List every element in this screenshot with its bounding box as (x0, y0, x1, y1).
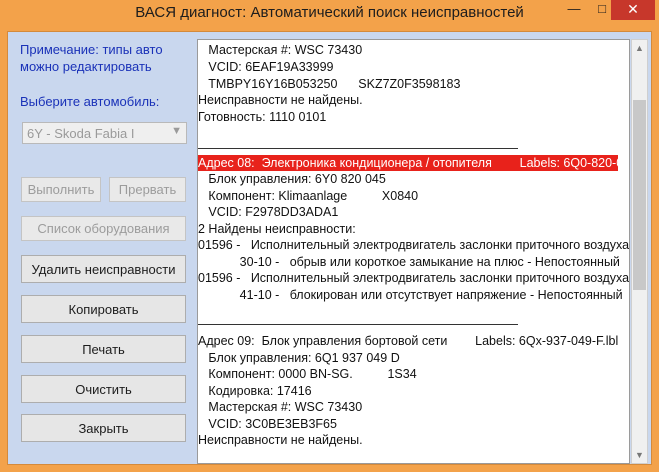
chevron-down-icon: ▼ (171, 125, 182, 137)
separator (198, 324, 518, 325)
log-line: Блок управления: 6Q1 937 049 D (198, 351, 400, 365)
scroll-down-icon[interactable]: ▼ (632, 447, 647, 463)
log-scrollbar[interactable]: ▲ ▼ (631, 39, 648, 464)
car-select-value: 6Y - Skoda Fabia I (27, 126, 135, 141)
log-line: Неисправности не найдены. (198, 433, 363, 447)
car-select[interactable]: 6Y - Skoda Fabia I ▼ (22, 122, 187, 144)
close-window-button[interactable]: ✕ (611, 0, 655, 20)
equipment-list-button[interactable]: Список оборудования (21, 216, 186, 241)
minimize-button[interactable]: — (560, 0, 588, 20)
log-line: Адрес 09: Блок управления бортовой сети … (198, 334, 619, 348)
separator (198, 148, 518, 149)
log-line: VCID: 3C0BE3EB3F65 (198, 417, 337, 431)
log-line: Компонент: 0000 BN-SG. 1S34 (198, 367, 417, 381)
log-line: Компонент: Klimaanlage X0840 (198, 189, 419, 203)
log-line: 01596 - Исполнительный электродвигатель … (198, 238, 630, 252)
log-line: 01596 - Исполнительный электродвигатель … (198, 271, 630, 285)
log-line-selected: Адрес 08: Электроника кондиционера / ото… (198, 155, 630, 171)
results-log[interactable]: Мастерская #: WSC 73430 VCID: 6EAF19A339… (197, 39, 630, 464)
clear-button[interactable]: Очистить (21, 375, 186, 403)
log-line: 41-10 - блокирован или отсутствует напря… (198, 288, 623, 302)
log-line: VCID: 6EAF19A33999 (198, 60, 334, 74)
scrollbar-thumb[interactable] (633, 100, 646, 290)
log-line: 2 Найдены неисправности: (198, 222, 356, 236)
log-line: Блок управления: 6Y0 820 045 (198, 172, 386, 186)
log-line: Мастерская #: WSC 73430 (198, 400, 363, 414)
abort-button[interactable]: Прервать (109, 177, 186, 202)
log-line: Готовность: 1110 0101 (198, 110, 327, 124)
clear-faults-button[interactable]: Удалить неисправности (21, 255, 186, 283)
log-line: 30-10 - обрыв или короткое замыкание на … (198, 255, 620, 269)
note-text: Примечание: типы авто можно редактироват… (20, 42, 163, 74)
run-button[interactable]: Выполнить (21, 177, 101, 202)
log-line: Кодировка: 17416 (198, 384, 312, 398)
title-bar: ВАСЯ диагност: Автоматический поиск неис… (0, 0, 659, 27)
print-button[interactable]: Печать (21, 335, 186, 363)
choose-car-label: Выберите автомобиль: (20, 94, 160, 109)
log-line: TMBPY16Y16B053250 SKZ7Z0F3598183 (198, 77, 461, 91)
log-line: Неисправности не найдены. (198, 93, 363, 107)
copy-button[interactable]: Копировать (21, 295, 186, 323)
main-panel: Примечание: типы авто можно редактироват… (7, 31, 652, 465)
close-button[interactable]: Закрыть (21, 414, 186, 442)
scroll-up-icon[interactable]: ▲ (632, 40, 647, 56)
log-line: VCID: F2978DD3ADA1 (198, 205, 339, 219)
log-line: Мастерская #: WSC 73430 (198, 43, 363, 57)
